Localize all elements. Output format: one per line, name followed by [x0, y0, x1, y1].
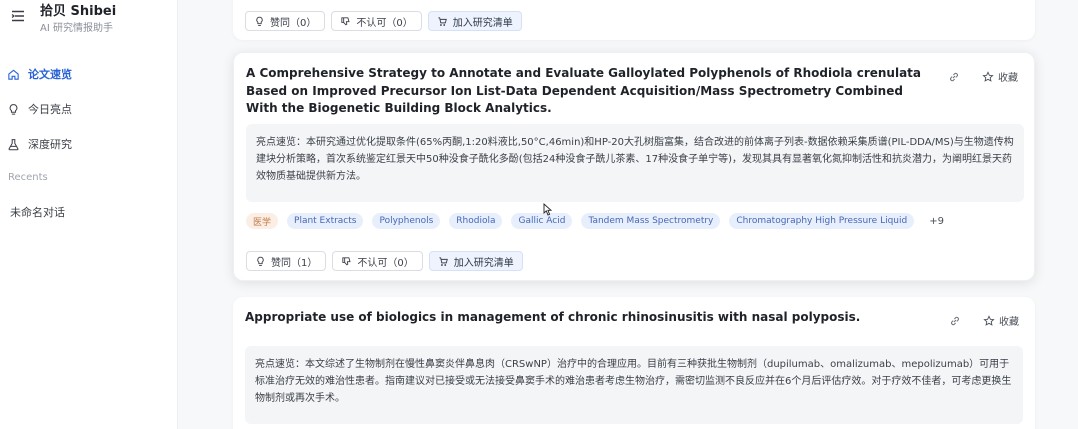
paper-title[interactable]: Appropriate use of biologics in manageme… [245, 309, 935, 327]
keyword-tag[interactable]: Polyphenols [372, 213, 441, 229]
keyword-tag[interactable]: Chromatography High Pressure Liquid [729, 213, 915, 229]
favorite-button[interactable]: 收藏 [983, 313, 1019, 328]
main-nav: 论文速览 今日亮点 深度研究 [0, 60, 178, 165]
favorite-button[interactable]: 收藏 [982, 69, 1018, 84]
like-label: 赞同（1） [271, 257, 318, 269]
paper-card: A Comprehensive Strategy to Annotate and… [233, 52, 1035, 281]
nav-item-label: 论文速览 [28, 68, 72, 81]
link-icon[interactable] [949, 315, 961, 327]
favorite-label: 收藏 [999, 317, 1019, 328]
nav-item-paper-overview[interactable]: 论文速览 [0, 60, 178, 88]
mouse-cursor-icon [543, 203, 553, 216]
keyword-tag[interactable]: Plant Extracts [287, 213, 364, 229]
card-actions: 赞同（0） 不认可（0） 加入研究清单 [245, 11, 522, 31]
home-icon [6, 67, 20, 81]
paper-card: 赞同（0） 不认可（0） 加入研究清单 [233, 0, 1035, 40]
keyword-tag[interactable]: Gallic Acid [511, 213, 573, 229]
dislike-label: 不认可（0） [357, 257, 414, 269]
paper-feed: 赞同（0） 不认可（0） 加入研究清单 A Comprehensive Stra… [178, 0, 1078, 429]
cart-icon [438, 16, 447, 26]
tag-list: 医学 Plant Extracts Polyphenols Rhodiola G… [246, 213, 944, 229]
nav-item-label: 今日亮点 [28, 103, 72, 116]
link-icon[interactable] [948, 71, 960, 83]
add-label: 加入研究清单 [452, 17, 513, 29]
card-tools: 收藏 [948, 69, 1018, 84]
keyword-tag[interactable]: Rhodiola [449, 213, 503, 229]
highlight-summary: 亮点速览：本研究通过优化提取条件(65%丙酮,1:20料液比,50°C,46mi… [246, 124, 1024, 202]
more-tags-count[interactable]: +9 [929, 216, 944, 227]
recent-chat-item[interactable]: 未命名对话 [10, 204, 65, 220]
app-title: 拾贝 Shibei [40, 4, 117, 19]
flask-icon [6, 137, 20, 151]
add-to-research-list-button[interactable]: 加入研究清单 [428, 251, 523, 271]
paper-title[interactable]: A Comprehensive Strategy to Annotate and… [246, 65, 936, 118]
keyword-tag[interactable]: Tandem Mass Spectrometry [581, 213, 721, 229]
nav-item-label: 深度研究 [28, 138, 72, 151]
recents-label: Recents [8, 172, 48, 183]
star-icon [982, 70, 994, 82]
bulb-icon [6, 102, 20, 116]
paper-card: Appropriate use of biologics in manageme… [233, 297, 1035, 429]
brand: 拾贝 Shibei AI 研究情报助手 [10, 4, 116, 36]
add-to-research-list-button[interactable]: 加入研究清单 [427, 11, 522, 31]
thumbs-down-icon [342, 256, 351, 265]
like-label: 赞同（0） [270, 17, 317, 29]
card-actions: 赞同（1） 不认可（0） 加入研究清单 [246, 251, 523, 271]
bulb-icon [257, 256, 264, 266]
app-subtitle: AI 研究情报助手 [40, 23, 113, 34]
nav-item-deep-research[interactable]: 深度研究 [0, 130, 178, 158]
nav-item-daily-highlights[interactable]: 今日亮点 [0, 95, 178, 123]
star-icon [983, 314, 995, 326]
bulb-icon [256, 16, 263, 26]
dislike-button[interactable]: 不认可（0） [331, 11, 422, 31]
thumbs-down-icon [341, 16, 350, 25]
like-button[interactable]: 赞同（1） [246, 251, 327, 271]
category-tag[interactable]: 医学 [246, 213, 279, 229]
dislike-button[interactable]: 不认可（0） [332, 251, 423, 271]
cart-icon [439, 256, 448, 266]
favorite-label: 收藏 [998, 73, 1018, 84]
sidebar: 拾贝 Shibei AI 研究情报助手 论文速览 今日亮点 深度研究 Recen… [0, 0, 178, 429]
card-tools: 收藏 [949, 313, 1019, 328]
like-button[interactable]: 赞同（0） [245, 11, 326, 31]
highlight-summary: 亮点速览：本文综述了生物制剂在慢性鼻窦炎伴鼻息肉（CRSwNP）治疗中的合理应用… [245, 346, 1023, 424]
menu-toggle-icon[interactable] [10, 8, 26, 24]
add-label: 加入研究清单 [453, 257, 514, 269]
dislike-label: 不认可（0） [356, 17, 413, 29]
